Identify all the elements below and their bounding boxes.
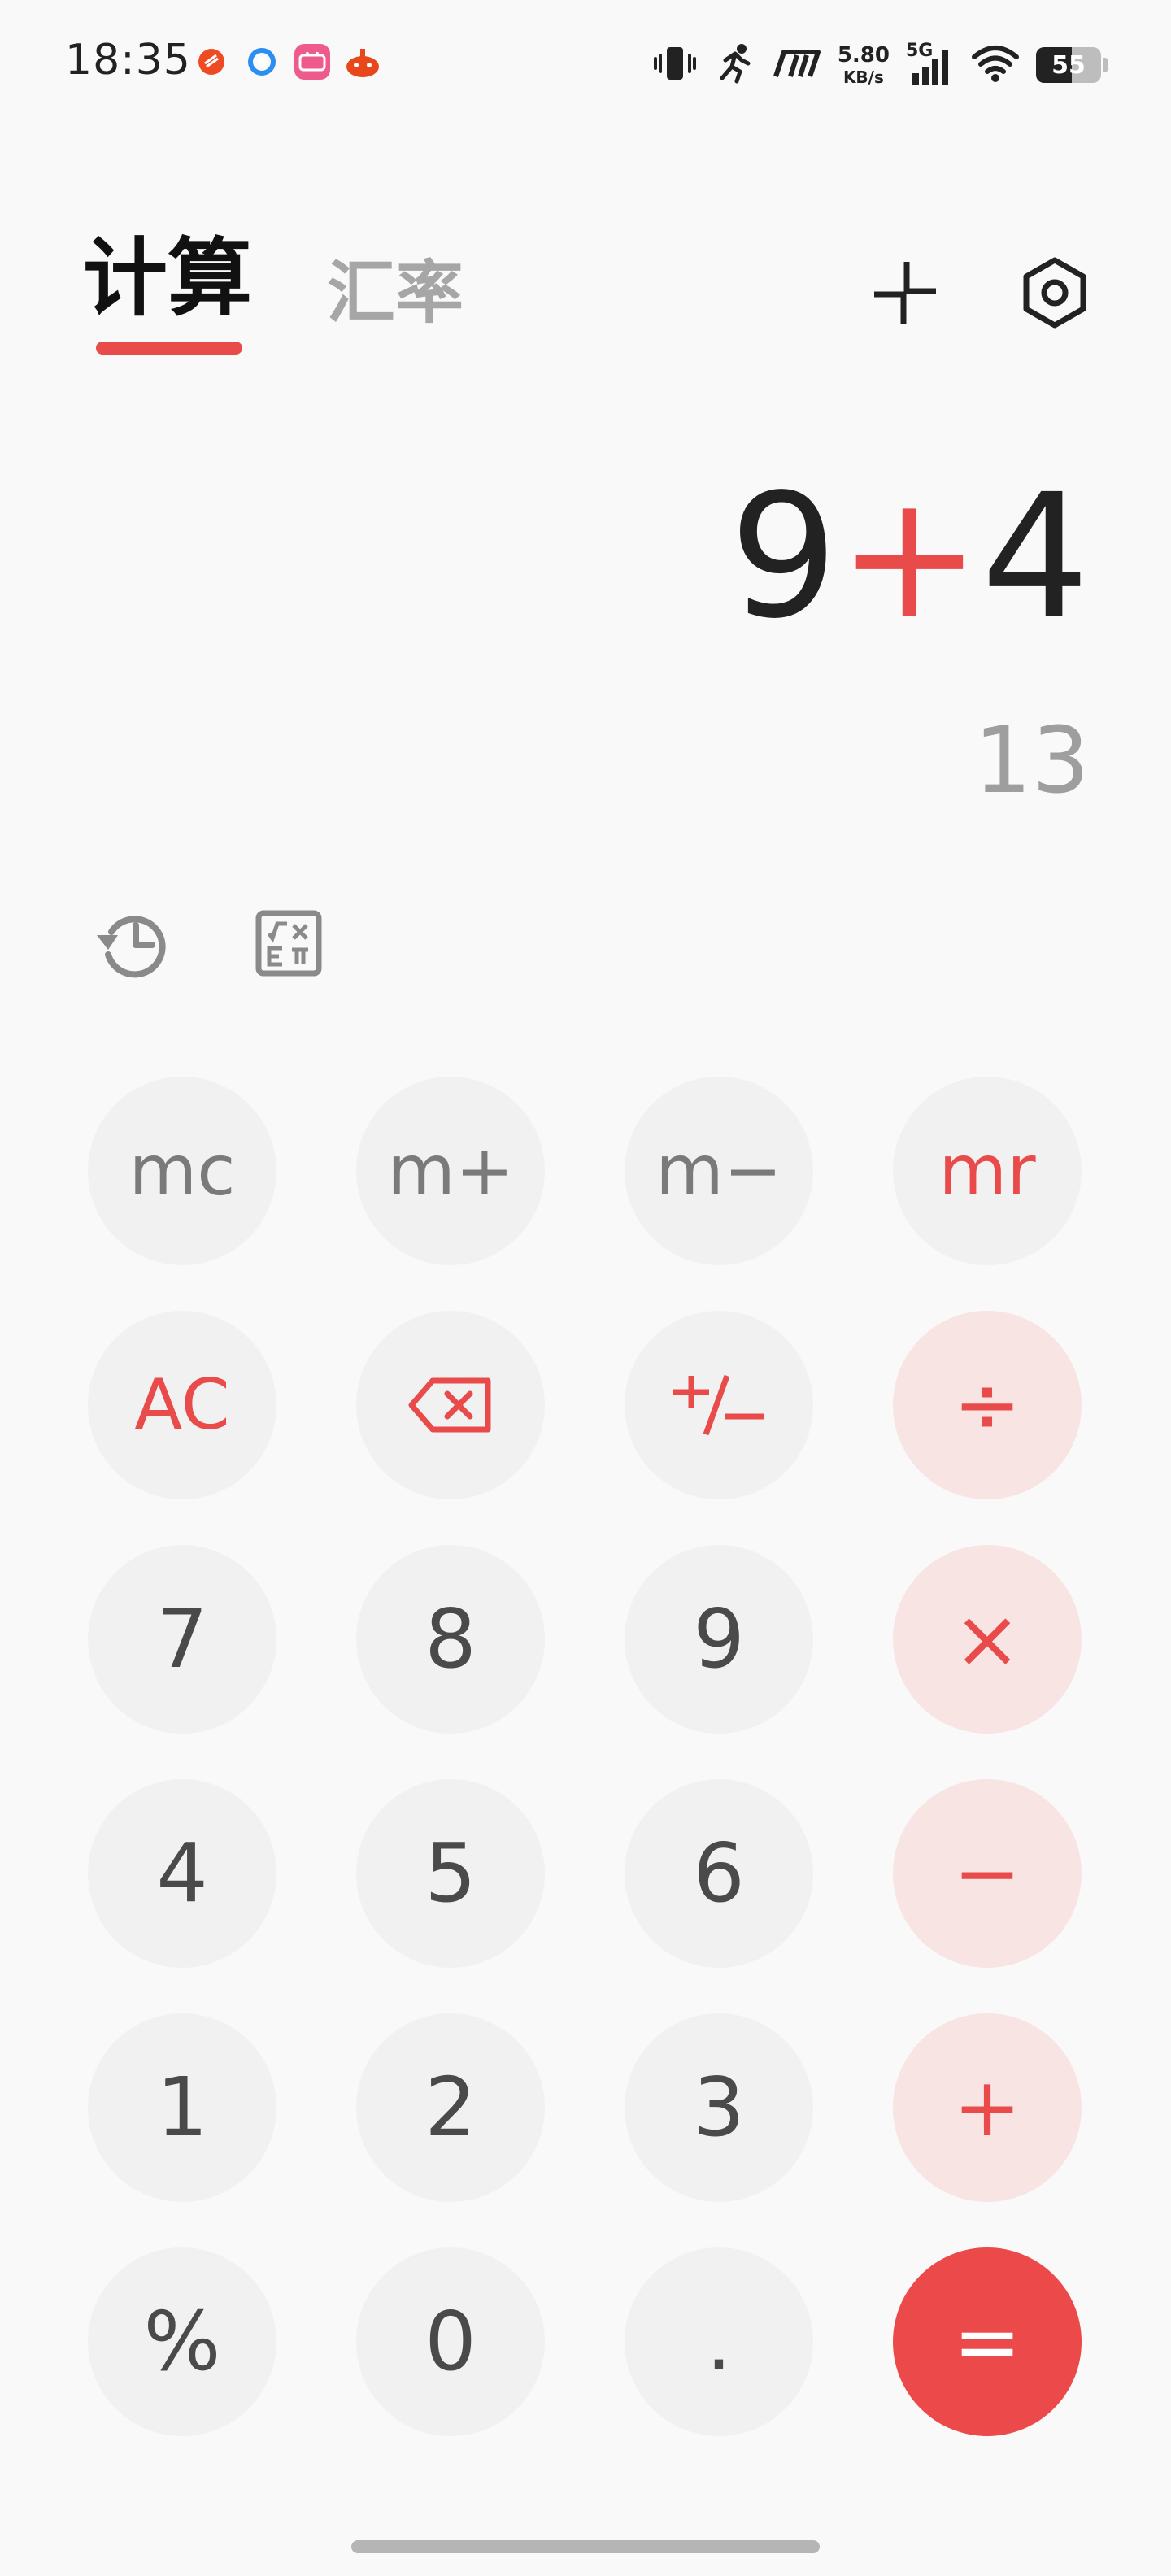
result-preview: 13 [973, 708, 1090, 814]
key-4[interactable]: 4 [88, 1779, 276, 1968]
browser-app-icon [244, 44, 280, 80]
key-7[interactable]: 7 [88, 1545, 276, 1734]
key-subtract[interactable]: − [893, 1779, 1082, 1968]
home-indicator[interactable] [351, 2540, 820, 2553]
tab-calculator[interactable]: 计算 [83, 236, 252, 320]
history-button[interactable] [89, 899, 179, 988]
settings-button[interactable] [1010, 248, 1099, 337]
operand-2: 4 [981, 457, 1090, 656]
expression-display: 9+4 [729, 472, 1090, 642]
running-icon [714, 42, 756, 88]
battery-icon: 55 [1036, 47, 1101, 83]
scientific-mode-button[interactable] [244, 899, 333, 988]
net-speed-value: 5.80 [837, 43, 890, 67]
net-speed-unit: KB/s [842, 67, 884, 87]
signal-bars-icon [912, 50, 948, 85]
tab-exchange-rate[interactable]: 汇率 [327, 259, 464, 327]
key-divide[interactable]: ÷ [893, 1311, 1082, 1499]
key-memory-recall[interactable]: mr [893, 1077, 1082, 1265]
key-add[interactable]: + [893, 2013, 1082, 2202]
key-toggle-sign[interactable] [625, 1311, 813, 1499]
key-8[interactable]: 8 [356, 1545, 545, 1734]
wifi-icon [971, 44, 1020, 86]
status-time: 18:35 [65, 36, 191, 85]
key-all-clear[interactable]: AC [88, 1311, 276, 1499]
vibrate-icon [652, 44, 698, 86]
key-backspace[interactable] [356, 1311, 545, 1499]
operand-1: 9 [729, 457, 838, 656]
key-memory-subtract[interactable]: m− [625, 1077, 813, 1265]
net-speed: 5.80 KB/s [838, 45, 890, 85]
operator: + [838, 457, 982, 656]
game-app-icon [345, 44, 381, 80]
carrier-logo-icon [773, 47, 821, 83]
plus-minus-icon [673, 1374, 764, 1436]
key-3[interactable]: 3 [625, 2013, 813, 2202]
key-memory-add[interactable]: m+ [356, 1077, 545, 1265]
battery-tip [1103, 58, 1108, 72]
notification-icons [194, 44, 381, 80]
key-2[interactable]: 2 [356, 2013, 545, 2202]
shrink-icon [874, 262, 936, 324]
bilibili-app-icon [294, 44, 330, 80]
key-memory-clear[interactable]: mc [88, 1077, 276, 1265]
key-percent[interactable]: % [88, 2247, 276, 2436]
history-icon [97, 916, 166, 978]
key-multiply[interactable]: × [893, 1545, 1082, 1734]
backspace-icon [408, 1377, 491, 1433]
battery-level: 55 [1051, 50, 1086, 80]
settings-icon [1023, 257, 1086, 329]
cellular-signal: 5G [906, 41, 955, 86]
scientific-icon [255, 910, 322, 977]
key-decimal[interactable]: . [625, 2247, 813, 2436]
status-indicators: 5.80 KB/s 5G 55 [652, 39, 1108, 91]
key-0[interactable]: 0 [356, 2247, 545, 2436]
mini-window-button[interactable] [860, 248, 950, 337]
key-1[interactable]: 1 [88, 2013, 276, 2202]
sun-app-icon [194, 44, 229, 80]
key-5[interactable]: 5 [356, 1779, 545, 1968]
key-9[interactable]: 9 [625, 1545, 813, 1734]
active-tab-indicator [96, 342, 242, 355]
key-6[interactable]: 6 [625, 1779, 813, 1968]
calculator-screen: 18:35 5.80 KB/s 5G 55 计算 汇率 9+4 13 mc m+… [0, 0, 1171, 2576]
status-bar: 18:35 5.80 KB/s 5G 55 [0, 0, 1171, 130]
key-equals[interactable]: = [893, 2247, 1082, 2436]
